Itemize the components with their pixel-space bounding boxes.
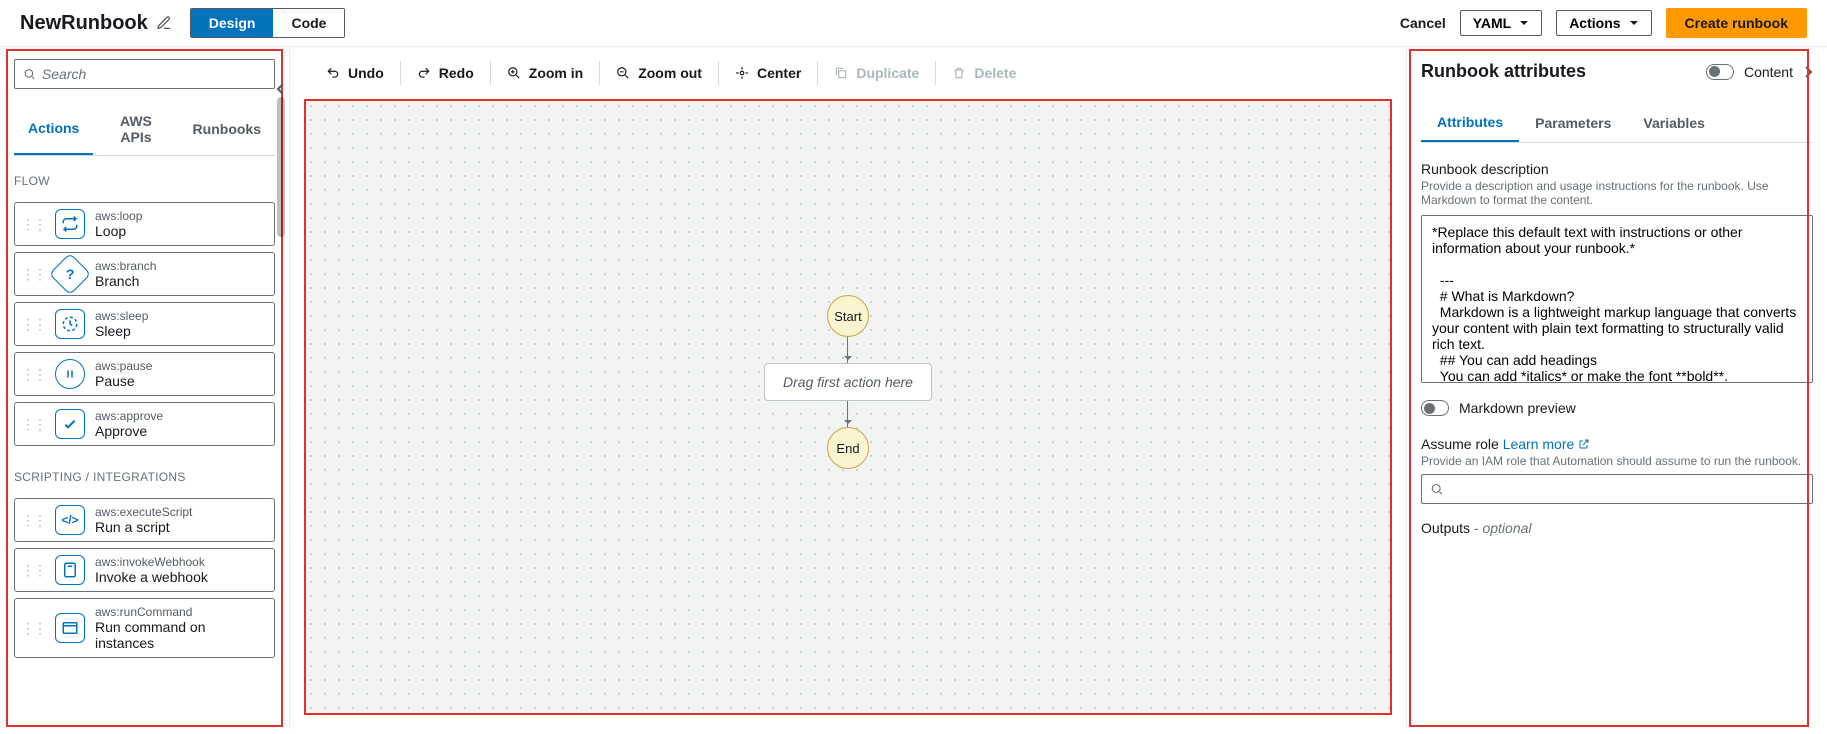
drag-handle-icon: ⋮⋮ <box>21 620 45 637</box>
undo-icon <box>326 66 340 80</box>
page-title: NewRunbook <box>20 12 172 35</box>
loop-icon <box>55 209 85 239</box>
drag-handle-icon: ⋮⋮ <box>21 562 45 579</box>
content-toggle-label: Content <box>1744 64 1793 80</box>
flow-arrow <box>847 401 848 427</box>
action-branch[interactable]: ⋮⋮ ? aws:branchBranch <box>14 252 275 296</box>
tab-aws-apis[interactable]: AWS APIs <box>93 103 178 155</box>
duplicate-button: Duplicate <box>818 61 936 85</box>
cancel-button[interactable]: Cancel <box>1400 15 1446 31</box>
start-node[interactable]: Start <box>827 295 869 337</box>
action-execute-script[interactable]: ⋮⋮ </> aws:executeScriptRun a script <box>14 498 275 542</box>
drag-handle-icon: ⋮⋮ <box>21 266 45 283</box>
drag-handle-icon: ⋮⋮ <box>21 366 45 383</box>
command-icon <box>55 613 85 643</box>
drag-handle-icon: ⋮⋮ <box>21 316 45 333</box>
content-toggle[interactable] <box>1706 64 1734 80</box>
markdown-preview-label: Markdown preview <box>1459 400 1576 416</box>
drag-handle-icon: ⋮⋮ <box>21 512 45 529</box>
pause-icon <box>55 359 85 389</box>
design-tab[interactable]: Design <box>191 9 274 37</box>
webhook-icon <box>55 555 85 585</box>
design-code-toggle: Design Code <box>190 8 346 38</box>
sleep-icon <box>55 309 85 339</box>
delete-icon <box>952 66 966 80</box>
duplicate-icon <box>834 66 848 80</box>
tab-variables[interactable]: Variables <box>1627 104 1721 142</box>
assume-role-input[interactable] <box>1421 474 1813 504</box>
search-icon <box>1430 482 1444 496</box>
script-icon: </> <box>55 505 85 535</box>
outputs-label: Outputs - optional <box>1421 520 1813 536</box>
create-runbook-button[interactable]: Create runbook <box>1666 8 1807 38</box>
actions-dropdown[interactable]: Actions <box>1556 10 1651 36</box>
redo-button[interactable]: Redo <box>401 61 491 85</box>
zoom-out-icon <box>616 66 630 80</box>
search-input[interactable] <box>14 59 275 89</box>
tab-actions[interactable]: Actions <box>14 103 93 155</box>
expand-panel-icon[interactable] <box>1803 65 1813 79</box>
search-icon <box>23 67 36 81</box>
tab-runbooks[interactable]: Runbooks <box>179 103 275 155</box>
learn-more-link[interactable]: Learn more <box>1503 436 1590 452</box>
description-label: Runbook description <box>1421 161 1813 177</box>
caret-down-icon <box>1629 18 1639 28</box>
zoom-in-icon <box>507 66 521 80</box>
action-loop[interactable]: ⋮⋮ aws:loopLoop <box>14 202 275 246</box>
panel-title: Runbook attributes <box>1421 61 1586 82</box>
external-link-icon <box>1578 438 1590 450</box>
action-approve[interactable]: ⋮⋮ aws:approveApprove <box>14 402 275 446</box>
format-select[interactable]: YAML <box>1460 10 1542 36</box>
action-pause[interactable]: ⋮⋮ aws:pausePause <box>14 352 275 396</box>
approve-icon <box>55 409 85 439</box>
delete-button: Delete <box>936 61 1032 85</box>
collapse-left-panel[interactable] <box>272 71 290 107</box>
drag-handle-icon: ⋮⋮ <box>21 416 45 433</box>
action-sleep[interactable]: ⋮⋮ aws:sleepSleep <box>14 302 275 346</box>
drop-target[interactable]: Drag first action here <box>764 363 932 401</box>
drag-handle-icon: ⋮⋮ <box>21 216 45 233</box>
code-tab[interactable]: Code <box>273 9 344 37</box>
highlight-frame <box>1409 49 1809 727</box>
zoom-out-button[interactable]: Zoom out <box>600 61 719 85</box>
action-run-command[interactable]: ⋮⋮ aws:runCommandRun command on instance… <box>14 598 275 658</box>
section-flow-label: FLOW <box>14 174 275 188</box>
zoom-in-button[interactable]: Zoom in <box>491 61 600 85</box>
center-button[interactable]: Center <box>719 61 818 85</box>
assume-role-help: Provide an IAM role that Automation shou… <box>1421 454 1813 468</box>
edit-icon[interactable] <box>156 15 172 31</box>
description-textarea[interactable] <box>1421 215 1813 383</box>
flow-arrow <box>847 337 848 363</box>
caret-down-icon <box>1519 18 1529 28</box>
branch-icon: ? <box>49 253 91 295</box>
action-invoke-webhook[interactable]: ⋮⋮ aws:invokeWebhookInvoke a webhook <box>14 548 275 592</box>
description-help: Provide a description and usage instruct… <box>1421 179 1813 207</box>
redo-icon <box>417 66 431 80</box>
section-scripting-label: SCRIPTING / INTEGRATIONS <box>14 470 275 484</box>
markdown-preview-toggle[interactable] <box>1421 400 1449 416</box>
center-icon <box>735 66 749 80</box>
assume-role-label: Assume role <box>1421 436 1499 452</box>
tab-attributes[interactable]: Attributes <box>1421 104 1519 142</box>
undo-button[interactable]: Undo <box>310 61 401 85</box>
scrollbar[interactable] <box>275 97 285 719</box>
tab-parameters[interactable]: Parameters <box>1519 104 1627 142</box>
end-node[interactable]: End <box>827 427 869 469</box>
